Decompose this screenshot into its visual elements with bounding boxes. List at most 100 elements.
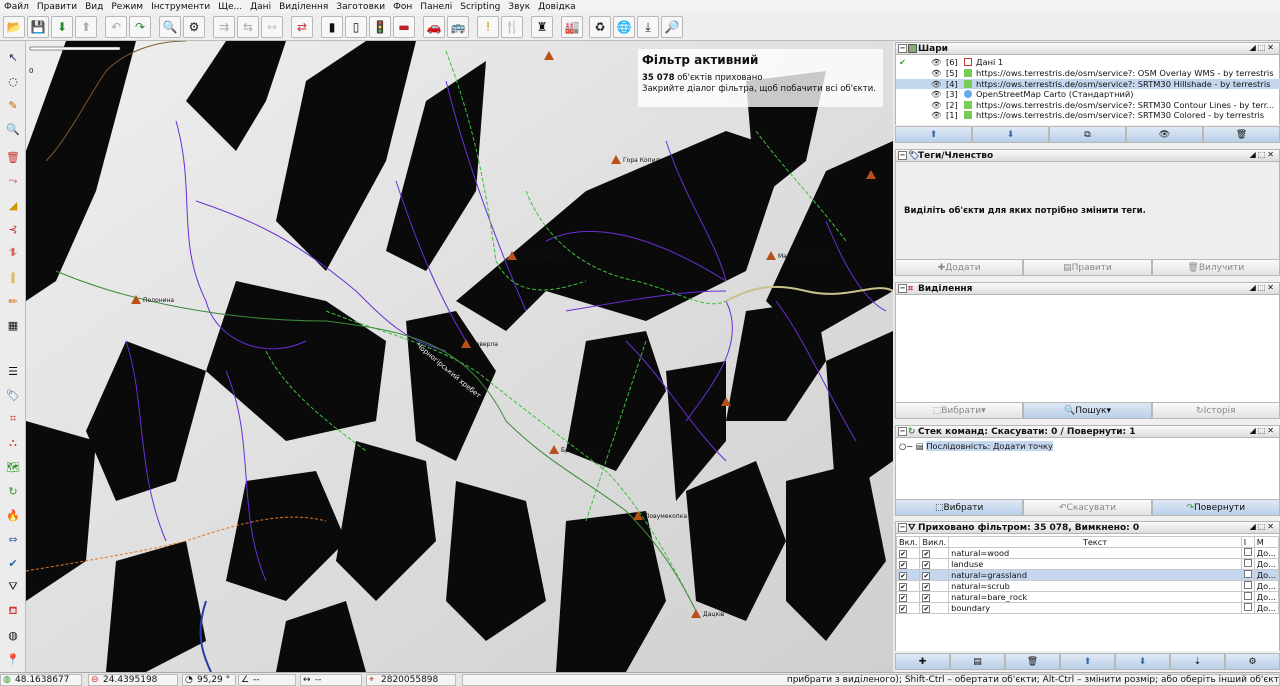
invert-checkbox[interactable] — [1243, 603, 1252, 611]
preset-hazard-icon[interactable]: ! — [477, 16, 499, 38]
menu-item[interactable]: Заготовки — [336, 2, 385, 12]
enabled-checkbox[interactable]: ✔ — [899, 583, 907, 591]
invert-checkbox[interactable] — [1243, 592, 1252, 600]
combine-way-icon[interactable]: ⇉ — [213, 16, 235, 38]
delete-layer-button[interactable]: 🗑 — [1203, 126, 1280, 143]
col-m[interactable]: М — [1253, 536, 1280, 548]
select-button[interactable]: ⬚ Вибрати ▾ — [895, 402, 1024, 419]
layers-toggle-icon[interactable]: ☰ — [3, 361, 23, 381]
preset-building-icon[interactable]: ▬ — [393, 16, 415, 38]
filter-mode[interactable]: До... — [1253, 558, 1280, 570]
tags-panel-header[interactable]: − 🏷 Теги/Членство ◢⬚✕ — [895, 149, 1280, 162]
relation-toggle-icon[interactable]: ⛬ — [3, 433, 23, 453]
lasso-icon[interactable]: ◌ — [3, 71, 23, 91]
layer-row[interactable]: 👁 [3] OpenStreetMap Carto (Стандартний) — [896, 89, 1280, 100]
selection-panel-header[interactable]: − ⌗ Виділення ◢⬚✕ — [895, 282, 1280, 295]
collapse-icon[interactable]: − — [898, 284, 907, 293]
menu-item[interactable]: Фон — [393, 2, 412, 12]
panel-controls-icon[interactable]: ◢⬚✕ — [1250, 43, 1276, 52]
minimap-toggle-icon[interactable]: ◍ — [3, 625, 23, 645]
menu-item[interactable]: Дані — [250, 2, 271, 12]
draw-icon[interactable]: ✎ — [3, 95, 23, 115]
hide-checkbox[interactable]: ✔ — [922, 594, 931, 602]
invert-checkbox[interactable] — [1243, 570, 1252, 578]
history-button[interactable]: ↻ Історія — [1151, 402, 1280, 419]
undo-stack-toggle-icon[interactable]: ↻ — [3, 481, 23, 501]
col-hide[interactable]: Викл. — [919, 536, 950, 548]
show-hide-button[interactable]: 👁 — [1126, 126, 1203, 143]
menu-item[interactable]: Інструменти — [151, 2, 210, 12]
enabled-checkbox[interactable]: ✔ — [899, 594, 907, 602]
preset-traffic-signals-icon[interactable]: 🚦 — [369, 16, 391, 38]
upload-icon[interactable]: ⬆ — [75, 16, 97, 38]
enabled-checkbox[interactable]: ✔ — [899, 605, 907, 613]
filter-mode[interactable]: До... — [1253, 602, 1280, 614]
menu-item[interactable]: Правити — [37, 2, 77, 12]
filter-toggle-icon[interactable]: ⛛ — [3, 577, 23, 597]
preset-castle-icon[interactable]: ♜ — [531, 16, 553, 38]
filter-mode[interactable]: До... — [1253, 547, 1280, 559]
panel-controls-icon[interactable]: ◢⬚✕ — [1250, 150, 1276, 159]
preset-recycle-icon[interactable]: ♻ — [589, 16, 611, 38]
panel-controls-icon[interactable]: ◢⬚✕ — [1250, 283, 1276, 292]
pencil-icon[interactable]: ✏ — [3, 291, 23, 311]
command-undo-button[interactable]: ↶ Скасувати — [1023, 499, 1152, 516]
preset-globe-icon[interactable]: 🌐 — [613, 16, 635, 38]
selection-toggle-icon[interactable]: ⌗ — [3, 409, 23, 429]
delete-filter-button[interactable]: 🗑 — [1005, 653, 1060, 670]
triangle-icon[interactable]: ◢ — [3, 195, 23, 215]
preset-industrial-icon[interactable]: 🏭 — [561, 16, 583, 38]
map-view[interactable]: Гора Копилиця Мала Говерла Мала Козьмеск… — [26, 41, 893, 672]
layer-row[interactable]: ✔ 👁 [6] Дані 1 — [896, 57, 1280, 68]
invert-checkbox[interactable] — [1243, 581, 1252, 589]
validation-toggle-icon[interactable]: ✔ — [3, 553, 23, 573]
hide-checkbox[interactable]: ✔ — [922, 572, 931, 580]
hide-checkbox[interactable]: ✔ — [922, 583, 931, 591]
filter-row[interactable]: ✔ ✔ natural=bare_rock До... — [895, 591, 1280, 603]
pin-icon[interactable]: 📍 — [3, 649, 23, 669]
download-icon[interactable]: ⬇ — [51, 16, 73, 38]
filter-row[interactable]: ✔ ✔ natural=wood До... — [895, 547, 1280, 559]
map-toggle-icon[interactable]: 🗺 — [3, 457, 23, 477]
col-i[interactable]: І — [1240, 536, 1255, 548]
filter-mode[interactable]: До... — [1253, 591, 1280, 603]
panel-controls-icon[interactable]: ◢⬚✕ — [1250, 426, 1276, 435]
enabled-checkbox[interactable]: ✔ — [899, 561, 907, 569]
move-down-button[interactable]: ⬇ — [972, 126, 1049, 143]
visibility-eye-icon[interactable]: 👁 — [931, 79, 942, 89]
redo-icon[interactable]: ↷ — [129, 16, 151, 38]
visibility-eye-icon[interactable]: 👁 — [931, 89, 942, 99]
filter-row[interactable]: ✔ ✔ natural=scrub До... — [895, 580, 1280, 592]
delete-tag-button[interactable]: 🗑 Вилучити — [1151, 259, 1280, 276]
menu-item[interactable]: Режим — [111, 2, 143, 12]
menu-item[interactable]: Панелі — [420, 2, 452, 12]
unglue-icon[interactable]: ⥮ — [3, 243, 23, 263]
tag-toggle-icon[interactable]: 🏷 — [3, 385, 23, 405]
selection-list[interactable] — [895, 295, 1280, 402]
layer-row[interactable]: 👁 [1] https://ows.terrestris.de/osm/servic… — [896, 110, 1280, 121]
visibility-eye-icon[interactable]: 👁 — [931, 68, 942, 78]
parallel-icon[interactable]: ∥ — [3, 267, 23, 287]
invert-checkbox[interactable] — [1243, 548, 1252, 556]
conflict-toggle-icon[interactable]: 🔥 — [3, 505, 23, 525]
filter-down-button[interactable]: ⬇ — [1115, 653, 1170, 670]
enabled-checkbox[interactable]: ✔ — [899, 572, 907, 580]
visibility-eye-icon[interactable]: 👁 — [931, 110, 942, 120]
filter-row[interactable]: ✔ ✔ natural=grassland До... — [895, 569, 1280, 581]
zoom-icon[interactable]: 🔍 — [3, 119, 23, 139]
search-button[interactable]: 🔍 Пошук ▾ — [1023, 402, 1152, 419]
menu-item[interactable]: Звук — [508, 2, 530, 12]
save-icon[interactable]: 💾 — [27, 16, 49, 38]
panel-controls-icon[interactable]: ◢⬚✕ — [1250, 522, 1276, 531]
collapse-icon[interactable]: − — [898, 44, 907, 53]
zoom-to-download-icon[interactable]: ⤓ — [637, 16, 659, 38]
preset-car-icon[interactable]: 🚗 — [423, 16, 445, 38]
visibility-eye-icon[interactable]: 👁 — [931, 57, 942, 67]
add-tag-button[interactable]: ✚ Додати — [895, 259, 1024, 276]
preset-barrier-icon[interactable]: ▯ — [345, 16, 367, 38]
layers-panel-header[interactable]: − Шари ◢⬚✕ — [895, 42, 1280, 55]
filter-panel-header[interactable]: − ⛛ Приховано фільтром: 35 078, Вимкнено… — [895, 521, 1280, 534]
delete-icon[interactable]: 🗑 — [3, 147, 23, 167]
col-enabled[interactable]: Вкл. — [895, 536, 921, 548]
merge-layer-button[interactable]: ⧉ — [1049, 126, 1126, 143]
